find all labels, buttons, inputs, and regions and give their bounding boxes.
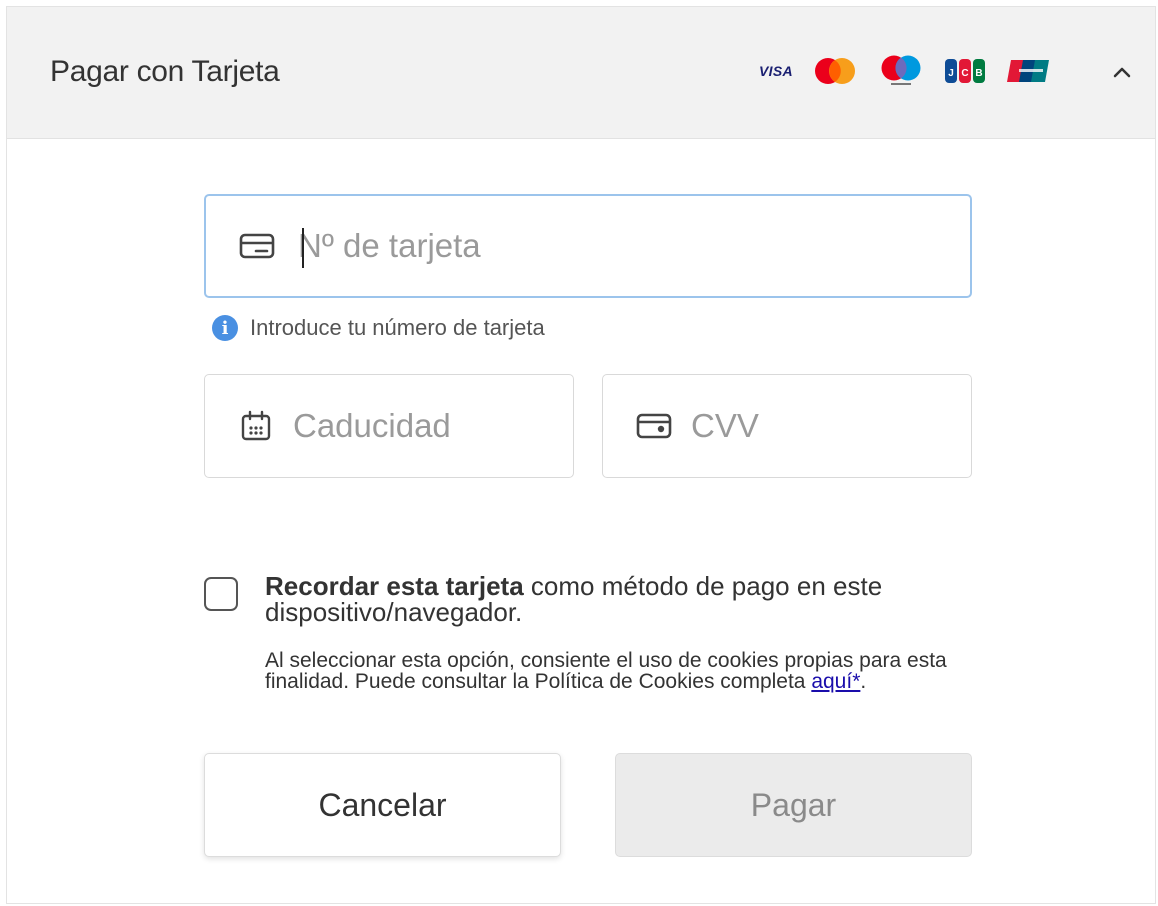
consent-end: .	[860, 670, 867, 693]
expiry-field[interactable]	[204, 374, 574, 478]
hint-text: Introduce tu número de tarjeta	[250, 315, 545, 340]
remember-card-checkbox[interactable]	[204, 577, 238, 611]
card-cvv-icon	[635, 410, 673, 442]
credit-card-icon	[238, 230, 276, 262]
card-brands: VISA J C B	[759, 51, 1053, 91]
svg-text:J: J	[948, 68, 954, 79]
unionpay-icon	[1005, 55, 1053, 87]
svg-text:B: B	[975, 68, 982, 79]
cookie-consent-text: Al seleccionar esta opción, consiente el…	[265, 650, 985, 692]
panel-title: Pagar con Tarjeta	[50, 55, 280, 88]
visa-icon: VISA	[759, 63, 793, 79]
panel-header[interactable]: Pagar con Tarjeta VISA J C B	[7, 7, 1155, 139]
card-number-hint: i Introduce tu número de tarjeta	[212, 315, 545, 341]
pay-button[interactable]: Pagar	[615, 753, 972, 857]
remember-card-label: Recordar esta tarjeta como método de pag…	[265, 573, 985, 625]
chevron-up-icon[interactable]	[1105, 55, 1139, 89]
cookie-policy-link[interactable]: aquí*	[811, 670, 860, 693]
card-number-field[interactable]	[204, 194, 972, 298]
info-icon: i	[212, 315, 238, 341]
mastercard-icon	[811, 55, 859, 87]
jcb-icon: J C B	[943, 55, 987, 87]
maestro-icon	[877, 55, 925, 87]
cvv-field[interactable]	[602, 374, 972, 478]
card-number-input[interactable]	[298, 227, 757, 265]
calendar-icon	[237, 410, 275, 442]
cancel-button[interactable]: Cancelar	[204, 753, 561, 857]
text-caret	[302, 228, 304, 268]
cvv-input[interactable]	[691, 407, 912, 445]
expiry-input[interactable]	[293, 407, 514, 445]
svg-text:C: C	[961, 68, 968, 79]
card-payment-panel: Pagar con Tarjeta VISA J C B Nº de tarje…	[6, 6, 1156, 904]
